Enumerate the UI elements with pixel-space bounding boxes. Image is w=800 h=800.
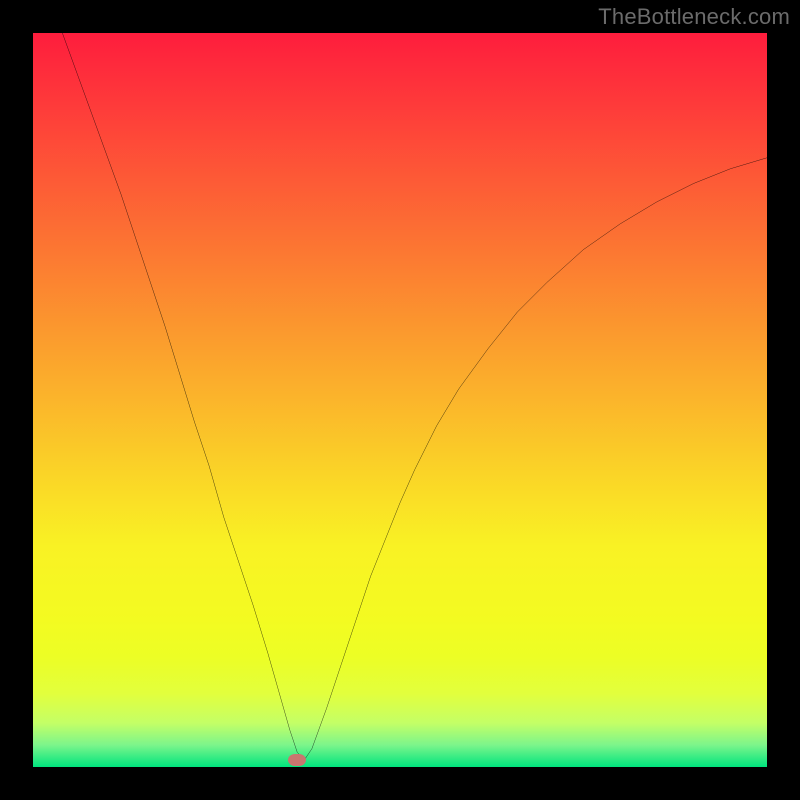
optimal-point-marker: [288, 754, 306, 766]
chart-frame: TheBottleneck.com: [0, 0, 800, 800]
bottleneck-curve: [33, 33, 767, 767]
plot-area: [33, 33, 767, 767]
watermark-label: TheBottleneck.com: [598, 4, 790, 30]
